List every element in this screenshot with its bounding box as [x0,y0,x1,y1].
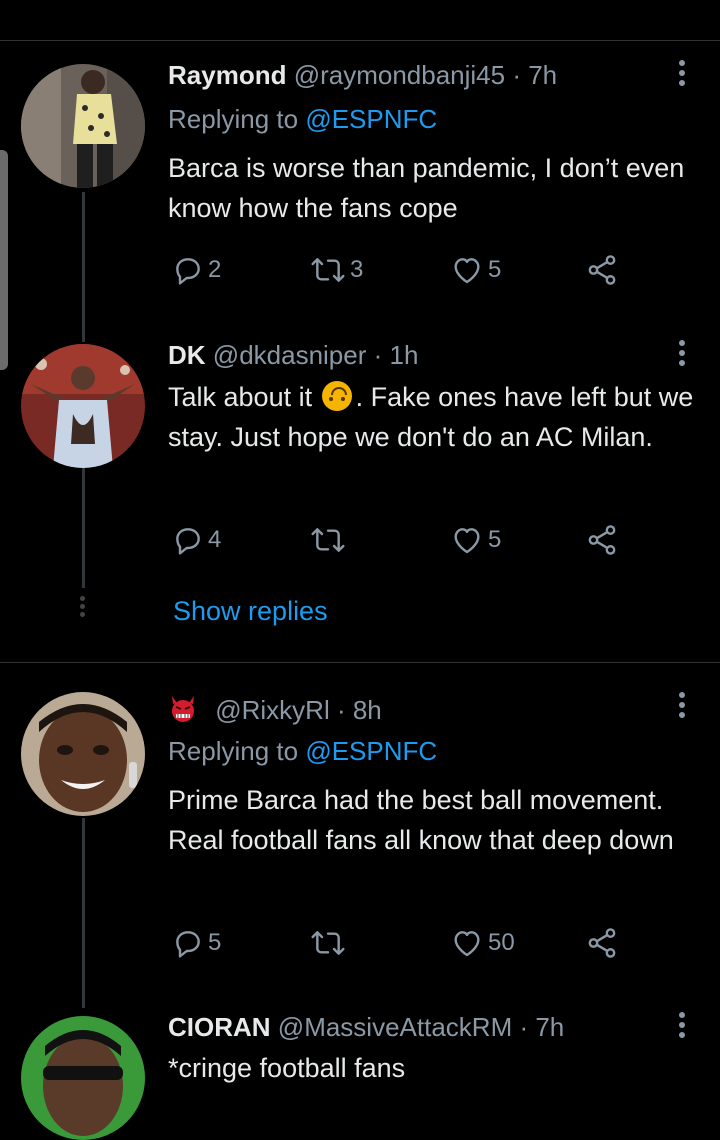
reply-icon [176,258,200,285]
edge-panel-handle[interactable] [0,150,8,370]
devil-emoji-icon [172,696,194,722]
tweet-text: Barca is worse than pandemic, I don’t ev… [168,153,685,223]
like-button[interactable]: 5 [450,522,501,558]
display-name[interactable]: DK [168,340,206,370]
tweet-actions: 2 3 5 [172,252,632,288]
tweet-actions: 5 50 [172,925,632,961]
like-button[interactable]: 5 [450,252,501,288]
thread-line [82,192,85,342]
reply-button[interactable]: 4 [172,522,221,558]
user-handle[interactable]: @RixkyRl [215,695,330,725]
tweet-time: · 7h [519,1012,565,1042]
tweet-header: Raymond @raymondbanji45 · 7h [168,60,557,91]
tweet-actions: 4 5 [172,522,632,558]
avatar-dk[interactable] [21,344,145,468]
tweet-time: · 7h [512,60,558,90]
display-name[interactable]: Raymond [168,60,286,90]
show-replies-link[interactable]: Show replies [173,596,328,627]
like-count: 50 [488,929,515,956]
tweet-header: @RixkyRl · 8h [168,693,382,726]
user-handle[interactable]: @MassiveAttackRM [278,1012,512,1042]
reply-button[interactable]: 2 [172,252,221,288]
like-count: 5 [488,256,502,283]
tweet-text: Talk about it . Fake ones have left but … [168,377,698,457]
replying-to: Replying to @ESPNFC [168,104,437,135]
more-options-icon[interactable] [672,340,692,376]
share-button[interactable] [584,522,620,558]
reply-count: 5 [208,929,222,956]
reply-count: 2 [208,256,222,283]
reply-icon [176,528,200,555]
reply-icon [176,931,200,958]
thread-line [82,468,85,588]
avatar-raymond[interactable] [21,64,145,188]
retweet-button[interactable] [310,522,350,558]
tweet-time: · 1h [373,340,419,370]
more-options-icon[interactable] [672,1012,692,1048]
retweet-count: 3 [350,256,364,283]
user-handle[interactable]: @raymondbanji45 [294,60,505,90]
user-handle[interactable]: @dkdasniper [213,340,367,370]
replying-to: Replying to @ESPNFC [168,736,437,767]
heart-icon [454,931,480,957]
retweet-button[interactable] [310,925,350,961]
display-name[interactable]: CIORAN [168,1012,271,1042]
thread-divider [0,662,720,663]
retweet-icon [311,528,345,552]
upside-down-face-icon [321,381,352,411]
thread-line [82,818,85,1008]
tweet-header: DK @dkdasniper · 1h [168,340,418,371]
heart-icon [454,528,480,554]
like-count: 5 [488,526,502,553]
more-options-icon[interactable] [672,692,692,728]
replying-to-label: Replying to [168,736,306,766]
avatar-rixkyrl[interactable] [21,692,145,816]
like-button[interactable]: 50 [450,925,515,961]
replying-to-link[interactable]: @ESPNFC [305,736,437,766]
reply-count: 4 [208,526,222,553]
share-icon [588,255,616,285]
heart-icon [454,258,480,284]
thread-gap-dots [80,596,86,620]
retweet-icon [311,258,345,282]
more-options-icon[interactable] [672,60,692,96]
replying-to-label: Replying to [168,104,306,134]
retweet-icon [311,931,345,955]
avatar-cioran[interactable] [21,1016,145,1140]
reply-button[interactable]: 5 [172,925,221,961]
tweet-text-part: Talk about it [168,382,320,412]
replying-to-link[interactable]: @ESPNFC [305,104,437,134]
share-icon [588,525,616,555]
tweet-time: · 8h [336,695,382,725]
tweet-text: *cringe football fans [168,1053,406,1083]
share-icon [588,928,616,958]
share-button[interactable] [584,252,620,288]
tweet-text: Prime Barca had the best ball movement. … [168,785,674,855]
tweet-header: CIORAN @MassiveAttackRM · 7h [168,1012,564,1043]
top-divider [0,40,720,41]
share-button[interactable] [584,925,620,961]
retweet-button[interactable]: 3 [310,252,363,288]
